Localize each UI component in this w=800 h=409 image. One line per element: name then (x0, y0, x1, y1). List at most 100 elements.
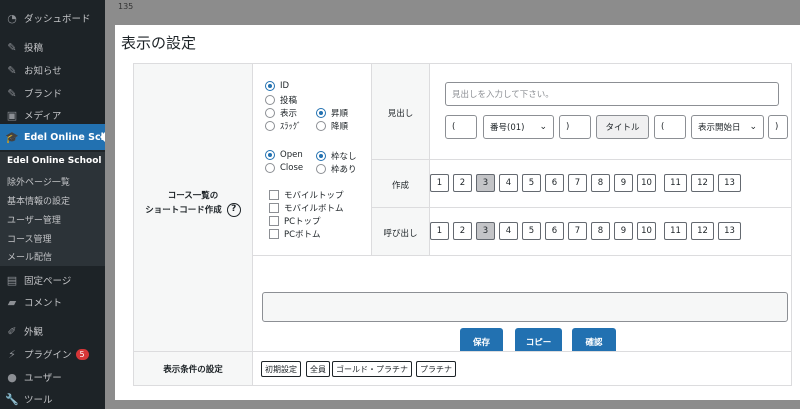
condition-settings: 表示条件の設定 初期設定 全員 ゴールド・プラチナ プラチナ (133, 351, 792, 386)
open-paren-input-2[interactable]: ( (654, 115, 686, 139)
radio-frame-with[interactable]: 枠あり (316, 163, 357, 175)
condition-tag-platinum[interactable]: プラチナ (416, 361, 456, 377)
select-value: 表示開始日 (698, 123, 741, 133)
create-number-button[interactable]: 3 (476, 174, 495, 192)
call-number-button[interactable]: 3 (476, 222, 495, 240)
update-count-badge: 5 (75, 348, 89, 360)
close-paren-input[interactable]: ) (559, 115, 591, 139)
radio-label: 枠なし (331, 152, 357, 162)
radio-button[interactable] (316, 121, 326, 131)
sidebar-item-brand[interactable]: ✎ ブランド (0, 83, 105, 103)
condition-tag-gold-platinum[interactable]: ゴールド・プラチナ (332, 361, 412, 377)
checkbox-pc-bottom[interactable]: PCボトム (269, 228, 321, 240)
create-number-button[interactable]: 8 (591, 174, 610, 192)
sidebar-item-users[interactable]: ● ユーザー (0, 367, 105, 387)
submenu-item-mail[interactable]: メール配信 (7, 250, 52, 263)
radio-button[interactable] (265, 81, 275, 91)
checkbox[interactable] (269, 190, 279, 200)
sidebar-item-media[interactable]: ▣ メディア (0, 105, 105, 125)
call-number-button[interactable]: 9 (614, 222, 633, 240)
radio-button[interactable] (265, 150, 275, 160)
sidebar-item-news[interactable]: ✎ お知らせ (0, 60, 105, 80)
radio-order-post[interactable]: 投稿 (265, 94, 297, 106)
submenu-item-basic-settings[interactable]: 基本情報の設定 (7, 194, 70, 207)
radio-status-open[interactable]: Open (265, 150, 303, 160)
create-number-button[interactable]: 11 (664, 174, 687, 192)
page-icon: ▤ (6, 273, 18, 287)
radio-frame-none[interactable]: 枠なし (316, 150, 357, 162)
sidebar-item-pages[interactable]: ▤ 固定ページ (0, 270, 105, 290)
checkbox-label: モバイルトップ (284, 191, 344, 201)
help-icon[interactable]: ? (226, 203, 241, 217)
call-number-button[interactable]: 4 (499, 222, 518, 240)
shortcode-output-textarea[interactable] (262, 292, 788, 322)
create-number-button[interactable]: 9 (614, 174, 633, 192)
call-number-button[interactable]: 6 (545, 222, 564, 240)
sidebar-item-label: メディア (24, 111, 62, 122)
radio-order-display[interactable]: 表示 (265, 107, 297, 119)
radio-label: Open (280, 150, 303, 160)
shortcode-label-cell: コース一覧の ショートコード作成 ? (134, 64, 252, 364)
sidebar-item-comments[interactable]: ▰ コメント (0, 292, 105, 312)
radio-button[interactable] (265, 108, 275, 118)
checkbox-pc-top[interactable]: PCトップ (269, 215, 321, 227)
radio-button[interactable] (265, 95, 275, 105)
sidebar-item-appearance[interactable]: ✐ 外観 (0, 321, 105, 341)
sidebar-item-label: お知らせ (24, 66, 62, 77)
user-icon: ● (7, 370, 17, 384)
checkbox[interactable] (269, 229, 279, 239)
call-number-button[interactable]: 7 (568, 222, 587, 240)
checkbox[interactable] (269, 203, 279, 213)
create-number-button[interactable]: 12 (691, 174, 714, 192)
sidebar-item-plugins[interactable]: ⚡ プラグイン 5 (0, 344, 105, 364)
radio-status-close[interactable]: Close (265, 163, 303, 173)
title-button[interactable]: タイトル (596, 115, 649, 139)
call-number-button[interactable]: 11 (664, 222, 687, 240)
submenu-item-course-management[interactable]: コース管理 (7, 232, 52, 245)
condition-tag-default[interactable]: 初期設定 (261, 361, 301, 377)
checkbox-mobile-bottom[interactable]: モバイルボトム (269, 202, 344, 214)
condition-tag-all[interactable]: 全員 (306, 361, 330, 377)
call-number-button[interactable]: 1 (430, 222, 449, 240)
call-number-button[interactable]: 10 (637, 222, 656, 240)
create-number-button[interactable]: 10 (637, 174, 656, 192)
sidebar-item-edel-online-school[interactable]: 🎓 Edel Online School (0, 124, 105, 150)
create-number-button[interactable]: 13 (718, 174, 741, 192)
sidebar-item-tools[interactable]: 🔧 ツール (0, 389, 105, 409)
open-paren-input[interactable]: ( (445, 115, 477, 139)
create-number-button[interactable]: 7 (568, 174, 587, 192)
number-select[interactable]: 番号(01) ⌄ (483, 115, 554, 139)
radio-button[interactable] (316, 164, 326, 174)
create-number-button[interactable]: 6 (545, 174, 564, 192)
radio-sort-desc[interactable]: 降順 (316, 120, 348, 132)
radio-order-slug[interactable]: ｽﾗｯｸﾞ (265, 120, 301, 132)
call-number-button[interactable]: 13 (718, 222, 741, 240)
call-number-button[interactable]: 8 (591, 222, 610, 240)
shortcode-label-line2: ショートコード作成 (145, 205, 222, 216)
modal-title: 表示の設定 (121, 34, 197, 52)
submenu-item-top[interactable]: Edel Online School (7, 156, 101, 166)
close-paren-input-2[interactable]: ) (768, 115, 788, 139)
heading-input[interactable]: 見出しを入力して下さい。 (445, 82, 779, 106)
create-number-button[interactable]: 5 (522, 174, 541, 192)
radio-button[interactable] (316, 151, 326, 161)
checkbox-mobile-top[interactable]: モバイルトップ (269, 189, 344, 201)
submenu-item-excluded-pages[interactable]: 除外ページ一覧 (7, 175, 70, 188)
radio-button[interactable] (265, 121, 275, 131)
sidebar-item-posts[interactable]: ✎ 投稿 (0, 37, 105, 57)
create-number-button[interactable]: 2 (453, 174, 472, 192)
radio-order-id[interactable]: ID (265, 81, 289, 91)
checkbox[interactable] (269, 216, 279, 226)
call-number-button[interactable]: 12 (691, 222, 714, 240)
radio-button[interactable] (316, 108, 326, 118)
create-number-button[interactable]: 4 (499, 174, 518, 192)
create-row-label: 作成 (391, 181, 409, 191)
create-number-button[interactable]: 1 (430, 174, 449, 192)
radio-button[interactable] (265, 163, 275, 173)
call-number-button[interactable]: 5 (522, 222, 541, 240)
call-number-button[interactable]: 2 (453, 222, 472, 240)
date-select[interactable]: 表示開始日 ⌄ (691, 115, 764, 139)
radio-sort-asc[interactable]: 昇順 (316, 107, 348, 119)
sidebar-item-dashboard[interactable]: ◔ ダッシュボード (0, 8, 105, 28)
submenu-item-user-management[interactable]: ユーザー管理 (7, 213, 61, 226)
